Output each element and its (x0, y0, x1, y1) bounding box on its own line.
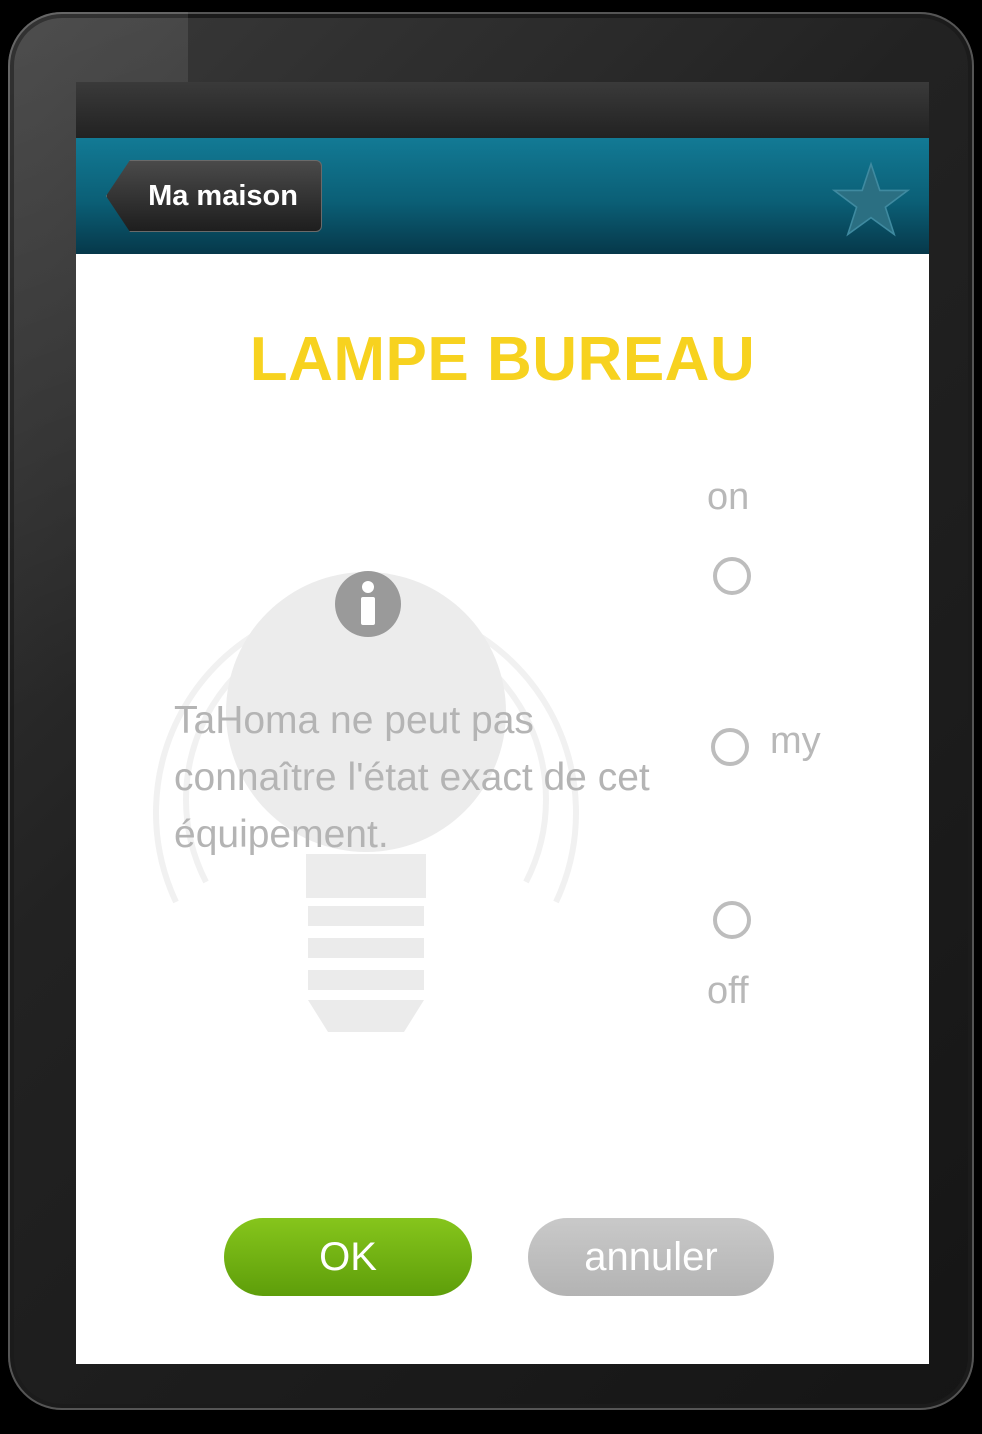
back-button-label: Ma maison (148, 179, 298, 212)
my-label: my (770, 720, 821, 762)
on-label: on (707, 476, 750, 518)
ok-button[interactable]: OK (224, 1218, 472, 1296)
off-radio[interactable] (713, 901, 751, 939)
navigation-bar: Ma maison (76, 138, 929, 254)
status-bar (76, 82, 929, 138)
cancel-button-label: annuler (584, 1234, 718, 1279)
off-label: off (707, 970, 749, 1012)
cancel-button[interactable]: annuler (528, 1218, 774, 1296)
info-icon (335, 571, 401, 637)
state-unknown-message: TaHoma ne peut pas connaître l'état exac… (174, 699, 650, 856)
star-icon[interactable] (831, 160, 911, 240)
tablet-frame: Ma maison LAMPE BUREAU TaHoma ne peut pa… (8, 12, 974, 1410)
back-button[interactable]: Ma maison (106, 160, 322, 232)
on-radio[interactable] (713, 557, 751, 595)
app-screen: Ma maison LAMPE BUREAU TaHoma ne peut pa… (76, 82, 929, 1364)
ok-button-label: OK (319, 1234, 377, 1279)
device-title: LAMPE BUREAU (249, 325, 756, 394)
my-radio[interactable] (711, 728, 749, 766)
